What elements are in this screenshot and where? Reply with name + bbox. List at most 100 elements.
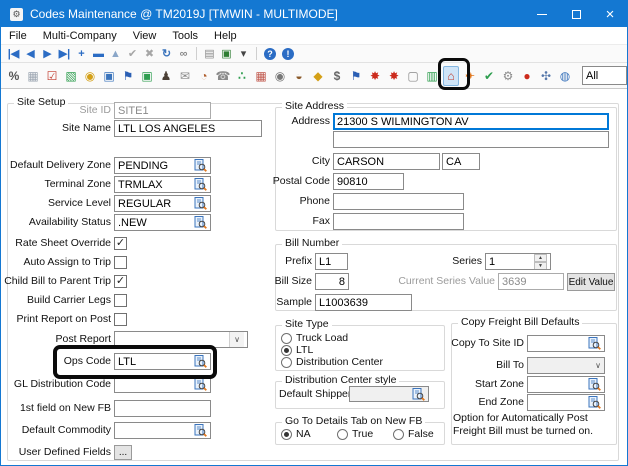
last-record-icon[interactable]: ▶| [56, 46, 73, 62]
print-icon[interactable]: ▤ [201, 46, 218, 62]
end-zone-field[interactable] [527, 394, 605, 411]
find-icon[interactable]: ∞ [175, 46, 192, 62]
first-field-new-fb-field[interactable] [114, 400, 211, 417]
edit-value-button[interactable]: Edit Value [567, 273, 615, 291]
document-icon[interactable]: ▢ [405, 67, 421, 85]
checkbox-unchecked[interactable] [114, 256, 127, 269]
flag-blue-icon[interactable]: ⚑ [120, 67, 136, 85]
chevron-down-icon[interactable]: ∨ [595, 361, 601, 370]
state-field[interactable]: CA [442, 153, 480, 170]
help-icon[interactable]: ? [264, 48, 276, 60]
availability-status-field[interactable]: .NEW [114, 214, 211, 231]
default-commodity-field[interactable] [114, 422, 211, 439]
site-maintenance-icon[interactable]: ⌂ [443, 66, 459, 86]
camera-icon[interactable]: ◉ [272, 67, 288, 85]
lookup-icon[interactable] [194, 159, 207, 172]
plane-orange-icon[interactable]: ✈ [462, 67, 478, 85]
car-red-icon[interactable]: ● [519, 67, 535, 85]
lookup-icon[interactable] [588, 337, 601, 350]
site-id-field[interactable]: SITE1 [114, 102, 211, 119]
menu-item-view[interactable]: View [133, 30, 157, 42]
lookup-icon[interactable] [194, 216, 207, 229]
spinner-up-icon[interactable]: ▲ [534, 254, 547, 262]
minimize-button[interactable] [525, 1, 559, 27]
checkbox-checked[interactable]: ✓ [114, 275, 127, 288]
bill-size-field[interactable]: 8 [315, 273, 349, 290]
site-name-field[interactable]: LTL LOS ANGELES [114, 120, 262, 137]
lookup-icon[interactable] [194, 424, 207, 437]
gears-icon[interactable]: ⚙ [500, 67, 516, 85]
checkbox-checked[interactable]: ✓ [114, 237, 127, 250]
menu-item-help[interactable]: Help [214, 30, 237, 42]
network-red2-icon[interactable]: ✸ [386, 67, 402, 85]
approve-check-icon[interactable]: ✔ [481, 67, 497, 85]
terminal-dropdown-icon[interactable]: ▾ [235, 46, 252, 62]
lookup-icon[interactable] [588, 396, 601, 409]
refresh-icon[interactable]: ↻ [158, 46, 175, 62]
maximize-button[interactable] [559, 1, 593, 27]
cancel-icon[interactable]: ✖ [141, 46, 158, 62]
lookup-icon[interactable] [588, 378, 601, 391]
phone-icon[interactable]: ☎ [215, 67, 231, 85]
radio-truck-load[interactable]: Truck Load [281, 332, 348, 344]
percent-icon[interactable]: % [6, 67, 22, 85]
chart-icon[interactable]: ▧ [63, 67, 79, 85]
checkbox-unchecked[interactable] [114, 294, 127, 307]
close-button[interactable]: × [593, 1, 627, 27]
service-level-field[interactable]: REGULAR [114, 195, 211, 212]
delete-record-icon[interactable]: ▬ [90, 46, 107, 62]
gauge-icon[interactable]: ◔ [196, 67, 212, 85]
about-icon[interactable]: ! [282, 48, 294, 60]
post-report-dropdown[interactable]: ∨ [114, 331, 248, 348]
start-zone-field[interactable] [527, 376, 605, 393]
radio-na[interactable]: NA [281, 428, 311, 440]
calendar-icon[interactable]: ▦ [253, 67, 269, 85]
lookup-icon[interactable] [194, 378, 207, 391]
truck-check-icon[interactable]: ▣ [101, 67, 117, 85]
basket-icon[interactable]: ◒ [291, 67, 307, 85]
money-doc-icon[interactable]: $ [329, 67, 345, 85]
package-check-icon[interactable]: ◆ [310, 67, 326, 85]
lookup-icon[interactable] [412, 388, 425, 401]
fax-field[interactable] [333, 213, 464, 230]
user-defined-fields-button[interactable]: ... [114, 445, 132, 460]
save-icon[interactable]: ✔ [124, 46, 141, 62]
previous-record-icon[interactable]: ◀ [22, 46, 39, 62]
globe-icon[interactable]: ◍ [557, 67, 573, 85]
color-chart-icon[interactable]: ▥ [424, 67, 440, 85]
network-red-icon[interactable]: ✸ [367, 67, 383, 85]
terminal-icon[interactable]: ▣ [218, 46, 235, 62]
menu-item-tools[interactable]: Tools [172, 30, 198, 42]
bill-to-dropdown[interactable]: ∨ [527, 357, 605, 374]
calculator-icon[interactable]: ▦ [25, 67, 41, 85]
terminal-zone-field[interactable]: TRMLAX [114, 176, 211, 193]
current-series-value-field[interactable]: 3639 [498, 273, 564, 290]
city-field[interactable]: CARSON [333, 153, 440, 170]
radio-distribution-center[interactable]: Distribution Center [281, 356, 383, 368]
checkbox-unchecked[interactable] [114, 313, 127, 326]
radio-ltl[interactable]: LTL [281, 344, 313, 356]
ops-code-field[interactable]: LTL [114, 353, 211, 370]
menu-item-file[interactable]: File [9, 30, 27, 42]
menu-item-multi-company[interactable]: Multi-Company [43, 30, 117, 42]
address-line1-field[interactable]: 21300 S WILMINGTON AV [333, 113, 609, 130]
radio-false[interactable]: False [393, 428, 434, 440]
postal-code-field[interactable]: 90810 [333, 173, 404, 190]
radio-true[interactable]: True [337, 428, 373, 440]
filter-input[interactable] [582, 66, 627, 85]
phone-field[interactable] [333, 193, 464, 210]
truck-money-icon[interactable]: ▣ [139, 67, 155, 85]
coins-icon[interactable]: ◉ [82, 67, 98, 85]
driver-icon[interactable]: ♟ [158, 67, 174, 85]
series-stepper[interactable]: 1▲▼ [485, 253, 551, 270]
next-record-icon[interactable]: ▶ [39, 46, 56, 62]
spinner-down-icon[interactable]: ▼ [534, 262, 547, 270]
default-shipper-field[interactable] [349, 386, 429, 402]
checklist-icon[interactable]: ☑ [44, 67, 60, 85]
add-record-icon[interactable]: + [73, 46, 90, 62]
copy-to-site-id-field[interactable] [527, 335, 605, 352]
sample-field[interactable]: L1003639 [315, 294, 412, 311]
first-record-icon[interactable]: |◀ [5, 46, 22, 62]
propeller-icon[interactable]: ✣ [538, 67, 554, 85]
mail-icon[interactable]: ✉ [177, 67, 193, 85]
